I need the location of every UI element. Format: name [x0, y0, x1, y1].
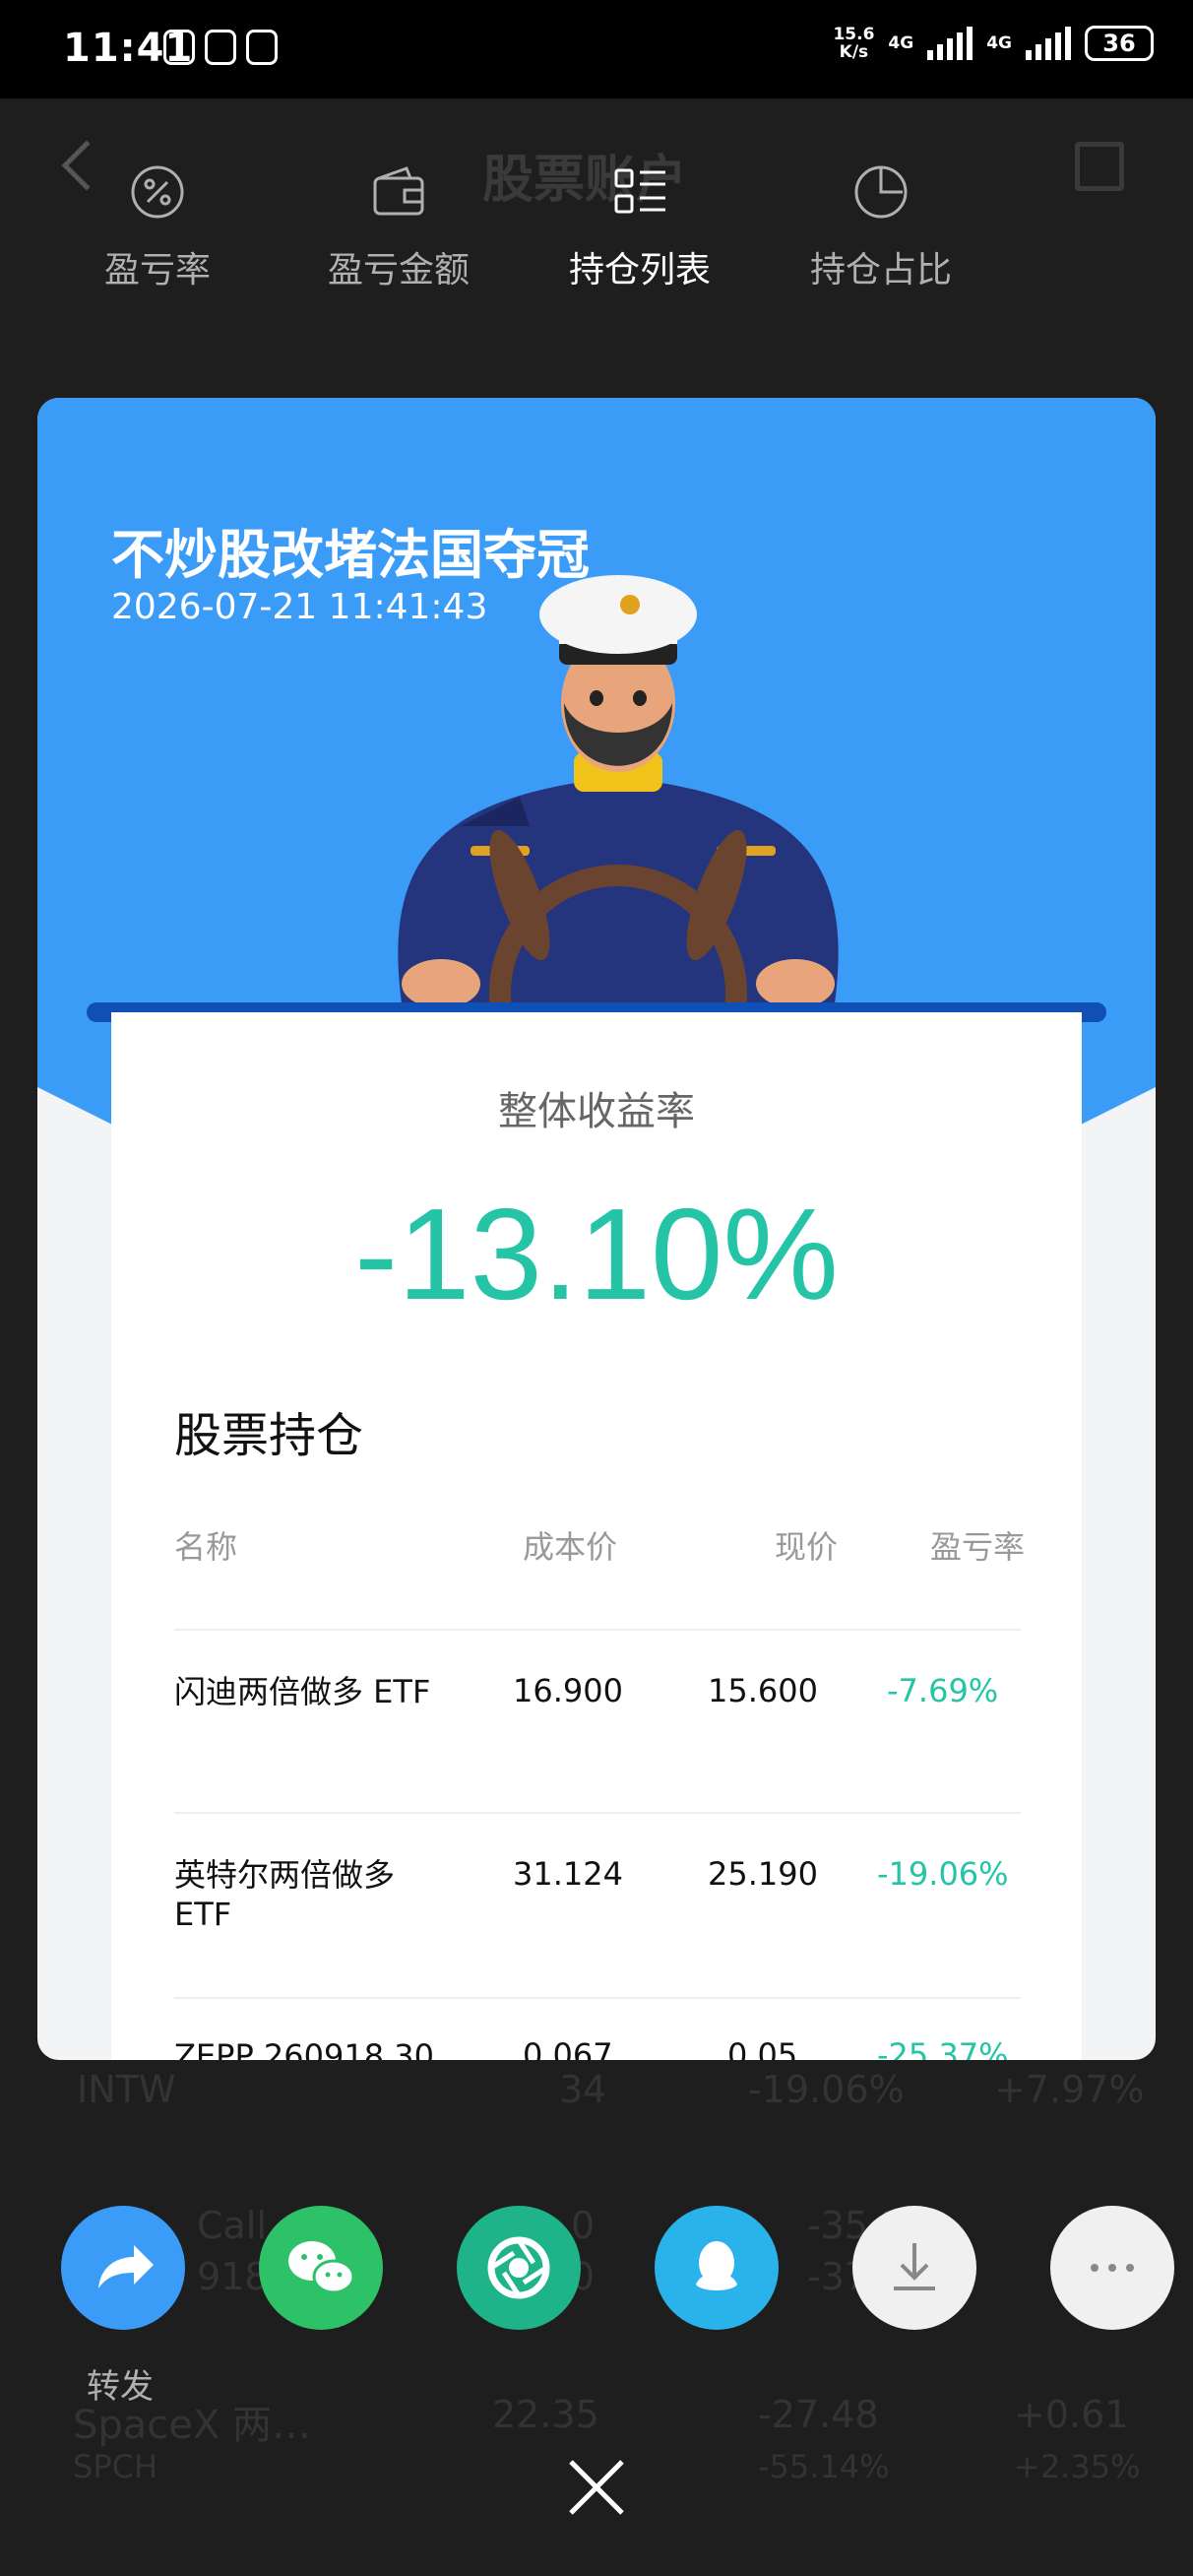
nfc-icon	[163, 30, 195, 65]
download-icon	[894, 2243, 935, 2290]
signal-icon-2	[1026, 27, 1071, 60]
column-header-name: 名称	[174, 1528, 238, 1566]
column-header-cost: 成本价	[523, 1528, 618, 1566]
network-type: 4G	[888, 33, 914, 53]
close-icon[interactable]	[561, 2452, 632, 2523]
holding-cost: 0.067	[523, 2036, 613, 2060]
tab-label: 持仓占比	[809, 250, 952, 290]
qq-share-button[interactable]	[655, 2206, 779, 2330]
moments-share-button[interactable]	[457, 2206, 581, 2330]
holding-price: 0.05	[727, 2036, 798, 2060]
tab-profit-amount[interactable]: 盈亏金额	[300, 162, 497, 292]
background-cell: -55.14%	[758, 2448, 890, 2485]
holding-name: 英特尔两倍做多 ETF	[174, 1856, 396, 1933]
background-cell: SPCH	[73, 2448, 158, 2485]
holding-cost: 31.124	[513, 1855, 623, 1893]
overall-return-label: 整体收益率	[498, 1089, 695, 1134]
background-cell: INTW	[77, 2068, 176, 2111]
share-targets	[0, 2206, 1193, 2403]
holdings-panel: 整体收益率 -13.10% 股票持仓 名称 成本价 现价 盈亏率 闪迪两倍做多 …	[111, 1012, 1082, 2060]
wallet-icon	[373, 166, 424, 216]
mute-icon	[246, 30, 278, 65]
forward-button[interactable]	[61, 2206, 185, 2330]
share-card: 不炒股改堵法国夺冠 2026-07-21 11:41:43 整体收益率 -13.…	[37, 398, 1156, 2060]
holding-name: ZEPP 260918 30	[174, 2037, 434, 2060]
row-divider	[174, 1997, 1021, 1999]
tab-holdings-list[interactable]: 持仓列表	[541, 162, 738, 292]
network-type-2: 4G	[986, 33, 1012, 53]
percent-icon	[131, 165, 184, 219]
wechat-icon	[288, 2241, 355, 2294]
battery-indicator: 36	[1085, 26, 1154, 61]
row-divider	[174, 1629, 1021, 1631]
qq-penguin-icon	[696, 2241, 737, 2290]
more-button[interactable]	[1050, 2206, 1174, 2330]
row-divider	[174, 1812, 1021, 1814]
net-speed: 15.6 K/s	[833, 25, 875, 62]
holdings-section-title: 股票持仓	[174, 1408, 364, 1463]
external-share-icon	[1075, 142, 1124, 191]
moments-aperture-icon	[487, 2236, 550, 2299]
download-button[interactable]	[852, 2206, 976, 2330]
background-cell: 34	[559, 2068, 607, 2111]
holding-price: 15.600	[708, 1672, 818, 1709]
overall-return-value: -13.10%	[354, 1182, 839, 1326]
holding-rate: -7.69%	[887, 1672, 999, 1709]
holding-rate: -19.06%	[877, 1855, 1009, 1893]
holding-rate: -25.37%	[877, 2036, 1009, 2060]
more-dots-icon	[1091, 2264, 1134, 2272]
wechat-share-button[interactable]	[259, 2206, 383, 2330]
tab-label: 盈亏金额	[327, 250, 470, 290]
alarm-icon	[205, 30, 236, 65]
holding-price: 25.190	[708, 1855, 818, 1893]
background-cell: +2.35%	[1014, 2448, 1141, 2485]
holding-cost: 16.900	[513, 1672, 623, 1709]
tab-label: 盈亏率	[103, 250, 211, 290]
tab-profit-rate[interactable]: 盈亏率	[59, 162, 256, 292]
background-cell: -19.06%	[748, 2068, 905, 2111]
list-icon	[614, 168, 665, 214]
captain-illustration	[398, 575, 839, 1003]
holding-name: 闪迪两倍做多 ETF	[174, 1673, 431, 1710]
pie-icon	[854, 165, 908, 219]
forward-label: 转发	[87, 2367, 154, 2407]
tab-holding-ratio[interactable]: 持仓占比	[783, 162, 979, 292]
signal-icon	[927, 27, 973, 60]
background-cell: +7.97%	[994, 2068, 1145, 2111]
status-right: 15.6 K/s 4G 4G 36	[833, 26, 1154, 61]
notification-icons	[163, 30, 278, 65]
status-bar: 11:41 15.6 K/s 4G 4G 36	[0, 0, 1193, 98]
share-style-tabs: 盈亏率 盈亏金额 持仓列表 持仓占比	[59, 162, 1043, 310]
tab-label: 持仓列表	[568, 250, 711, 290]
forward-arrow-icon	[98, 2245, 154, 2288]
column-header-price: 现价	[775, 1528, 839, 1566]
column-header-rate: 盈亏率	[930, 1528, 1026, 1566]
